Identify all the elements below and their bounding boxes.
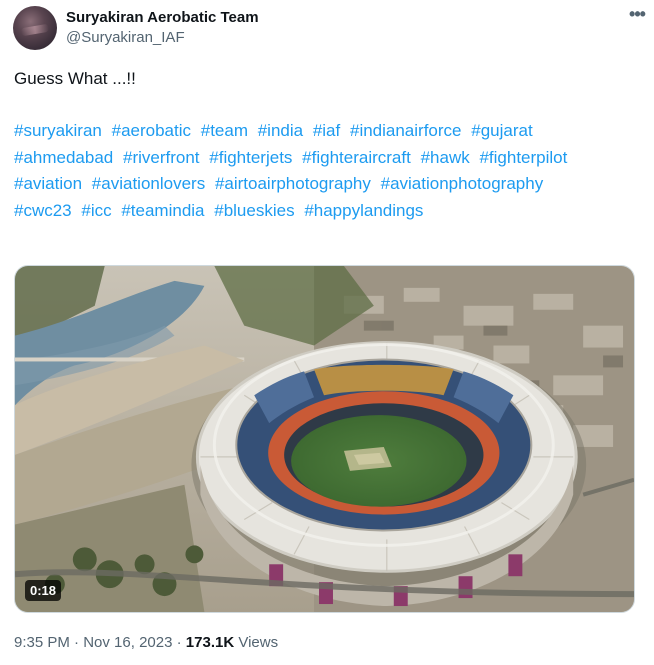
hashtag-link[interactable]: #icc: [81, 201, 111, 220]
hashtag-link[interactable]: #gujarat: [471, 121, 532, 140]
hashtag-link[interactable]: #iaf: [313, 121, 340, 140]
author-handle[interactable]: @Suryakiran_IAF: [66, 28, 259, 48]
hashtag-link[interactable]: #aviationlovers: [92, 174, 205, 193]
tweet-meta: 9:35 PM · Nov 16, 2023 · 173.1K Views: [14, 633, 278, 653]
hashtag-link[interactable]: #fighterpilot: [479, 148, 567, 167]
more-horizontal-icon: •••: [629, 3, 646, 24]
hashtag-link[interactable]: #airtoairphotography: [215, 174, 371, 193]
tweet: Suryakiran Aerobatic Team @Suryakiran_IA…: [0, 0, 654, 665]
hashtag-link[interactable]: #happylandings: [304, 201, 423, 220]
hashtag-link[interactable]: #blueskies: [214, 201, 294, 220]
hashtag-link[interactable]: #suryakiran: [14, 121, 102, 140]
hashtag-link[interactable]: #team: [201, 121, 248, 140]
tweet-header: Suryakiran Aerobatic Team @Suryakiran_IA…: [13, 5, 638, 51]
tweet-time[interactable]: 9:35 PM: [14, 634, 70, 651]
hashtag-link[interactable]: #hawk: [421, 148, 470, 167]
hashtag-link[interactable]: #aerobatic: [112, 121, 191, 140]
video-thumbnail: [15, 266, 634, 612]
views-count[interactable]: 173.1K: [186, 634, 234, 651]
author-names: Suryakiran Aerobatic Team @Suryakiran_IA…: [66, 8, 259, 48]
hashtag-link[interactable]: #cwc23: [14, 201, 72, 220]
meta-separator: ·: [74, 634, 80, 651]
author-display-name[interactable]: Suryakiran Aerobatic Team: [66, 8, 259, 28]
hashtag-list: #suryakiran #aerobatic #team #india #iaf…: [14, 118, 614, 224]
hashtag-link[interactable]: #riverfront: [123, 148, 200, 167]
views-label: Views: [238, 634, 279, 651]
avatar[interactable]: [13, 6, 57, 50]
meta-separator: ·: [176, 634, 182, 651]
hashtag-link[interactable]: #aviation: [14, 174, 82, 193]
hashtag-link[interactable]: #fighterjets: [209, 148, 292, 167]
hashtag-link[interactable]: #fighteraircraft: [302, 148, 411, 167]
hashtag-link[interactable]: #aviationphotography: [381, 174, 544, 193]
video-duration-badge: 0:18: [25, 580, 62, 601]
hashtag-link[interactable]: #teamindia: [121, 201, 204, 220]
more-options-button[interactable]: •••: [624, 4, 650, 24]
hashtag-link[interactable]: #indianairforce: [350, 121, 462, 140]
hashtag-link[interactable]: #india: [258, 121, 303, 140]
tweet-text: Guess What ...!!: [14, 69, 136, 88]
hashtag-link[interactable]: #ahmedabad: [14, 148, 113, 167]
tweet-date[interactable]: Nov 16, 2023: [83, 634, 172, 651]
video-player[interactable]: 0:18: [14, 265, 635, 613]
